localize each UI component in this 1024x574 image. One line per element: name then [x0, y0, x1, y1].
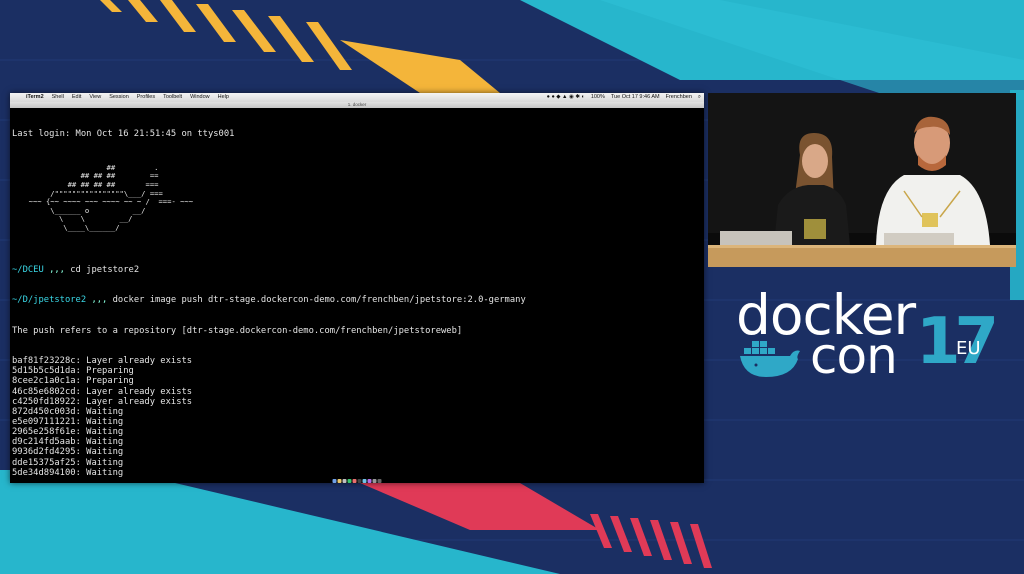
layer-status: Preparing [86, 366, 134, 377]
layer-id: e5e097111221 [12, 417, 76, 428]
layer-status-line: 8cee2c1a0c1a: Preparing [12, 376, 134, 387]
menu-item-profiles[interactable]: Profiles [133, 93, 159, 102]
command-text: cd jpetstore2 [70, 264, 140, 275]
macos-menubar: iTerm2 Shell Edit View Session Profiles … [10, 93, 704, 102]
layer-id: 5de34d894100 [12, 467, 76, 477]
prompt-separator: ,,, [49, 264, 65, 275]
layer-id: 46c85e6802cd [12, 386, 76, 397]
window-titlebar[interactable]: 1. docker [10, 102, 704, 108]
presenters-image [708, 93, 1016, 267]
layer-status: Layer already exists [86, 396, 193, 407]
screen-share: iTerm2 Shell Edit View Session Profiles … [10, 93, 704, 483]
last-login-line: Last login: Mon Oct 16 21:51:45 on ttys0… [12, 129, 235, 140]
terminal-output[interactable]: Last login: Mon Oct 16 21:51:45 on ttys0… [12, 109, 702, 477]
dock-app-icon[interactable] [332, 479, 337, 483]
dock-app-icon[interactable] [372, 479, 377, 483]
layer-status-line: d9c214fd5aab: Waiting [12, 437, 124, 448]
layer-status-line: 5d15b5c5d1da: Preparing [12, 366, 134, 377]
battery-status[interactable]: 100% [588, 93, 608, 102]
layer-id: 2965e258f61e [12, 427, 76, 438]
dock-app-icon[interactable] [347, 479, 352, 483]
layer-status-line: baf81f23228c: Layer already exists [12, 356, 193, 367]
wooden-table [708, 245, 1016, 267]
docker-whale-ascii-art: ## . ## ## ## == ## ## ## ## === /""""""… [28, 162, 194, 232]
spotlight-icon[interactable]: ⌕ [695, 93, 704, 102]
layer-status-line: 5de34d894100: Waiting [12, 467, 124, 477]
logo-word-con: con [810, 327, 898, 385]
layer-status-line: 2965e258f61e: Waiting [12, 427, 124, 438]
menu-app-name[interactable]: iTerm2 [22, 93, 48, 102]
layer-status-list: baf81f23228c: Layer already exists 5d15b5… [12, 356, 702, 477]
layer-id: 5d15b5c5d1da [12, 366, 76, 377]
dock-app-icon[interactable] [337, 479, 342, 483]
dock-app-icon[interactable] [367, 479, 372, 483]
layer-status-line: 872d450c003d: Waiting [12, 406, 124, 417]
menu-item-shell[interactable]: Shell [48, 93, 68, 102]
layer-status-line: dde15375af25: Waiting [12, 457, 124, 468]
layer-status: Waiting [86, 417, 124, 428]
menu-item-edit[interactable]: Edit [68, 93, 85, 102]
layer-status: Waiting [86, 406, 124, 417]
layer-id: c4250fd18922 [12, 396, 76, 407]
menu-item-toolbelt[interactable]: Toolbelt [159, 93, 186, 102]
menubar-user[interactable]: Frenchben [663, 93, 695, 102]
dock-app-icon[interactable] [342, 479, 347, 483]
dockercon-logo: docker con 17 EU [730, 285, 1000, 385]
macos-dock[interactable] [332, 477, 382, 483]
prompt-path: ~/D/jpetstore2 [12, 295, 87, 306]
presenter-camera-feed [708, 93, 1016, 267]
layer-status: Waiting [86, 467, 124, 477]
dock-app-icon[interactable] [357, 479, 362, 483]
dock-app-icon[interactable] [352, 479, 357, 483]
layer-status: Waiting [86, 437, 124, 448]
layer-status: Waiting [86, 427, 124, 438]
prompt-path: ~/DCEU [12, 264, 44, 275]
laptop [884, 233, 954, 247]
layer-id: 9936d2fd4295 [12, 447, 76, 458]
layer-status: Layer already exists [86, 356, 193, 367]
menu-item-view[interactable]: View [85, 93, 105, 102]
menu-item-help[interactable]: Help [214, 93, 233, 102]
laptop [720, 231, 792, 247]
layer-id: d9c214fd5aab [12, 437, 76, 448]
command-text: docker image push dtr-stage.dockercon-de… [112, 295, 526, 306]
layer-status-line: c4250fd18922: Layer already exists [12, 396, 193, 407]
tray-icons[interactable]: ● ● ◆ ▲ ◉ ✱ ◐ [544, 93, 588, 102]
layer-status-line: e5e097111221: Waiting [12, 417, 124, 428]
menubar-clock[interactable]: Tue Oct 17 9:46 AM [608, 93, 663, 102]
dock-trash-icon[interactable] [377, 479, 382, 483]
dock-app-icon[interactable] [362, 479, 367, 483]
docker-whale-icon [740, 341, 800, 377]
logo-region: EU [956, 338, 981, 359]
layer-id: baf81f23228c [12, 356, 76, 367]
layer-status: Waiting [86, 457, 124, 468]
push-refers-line: The push refers to a repository [dtr-sta… [12, 325, 463, 336]
layer-status-line: 9936d2fd4295: Waiting [12, 447, 124, 458]
menu-item-session[interactable]: Session [105, 93, 133, 102]
layer-status: Preparing [86, 376, 134, 387]
prompt-separator: ,,, [91, 295, 108, 306]
layer-id: 8cee2c1a0c1a [12, 376, 76, 387]
layer-id: 872d450c003d [12, 406, 76, 417]
layer-id: dde15375af25 [12, 457, 76, 468]
menu-item-window[interactable]: Window [186, 93, 214, 102]
layer-status-line: 46c85e6802cd: Layer already exists [12, 386, 193, 397]
window-title: 1. docker [347, 102, 367, 107]
logo-year: 17 [916, 305, 999, 379]
layer-status: Layer already exists [86, 386, 193, 397]
command-line-2: ~/D/jpetstore2 ,,, docker image push dtr… [12, 295, 702, 305]
command-line-1: ~/DCEU ,,, cd jpetstore2 [12, 265, 702, 275]
layer-status: Waiting [86, 447, 124, 458]
